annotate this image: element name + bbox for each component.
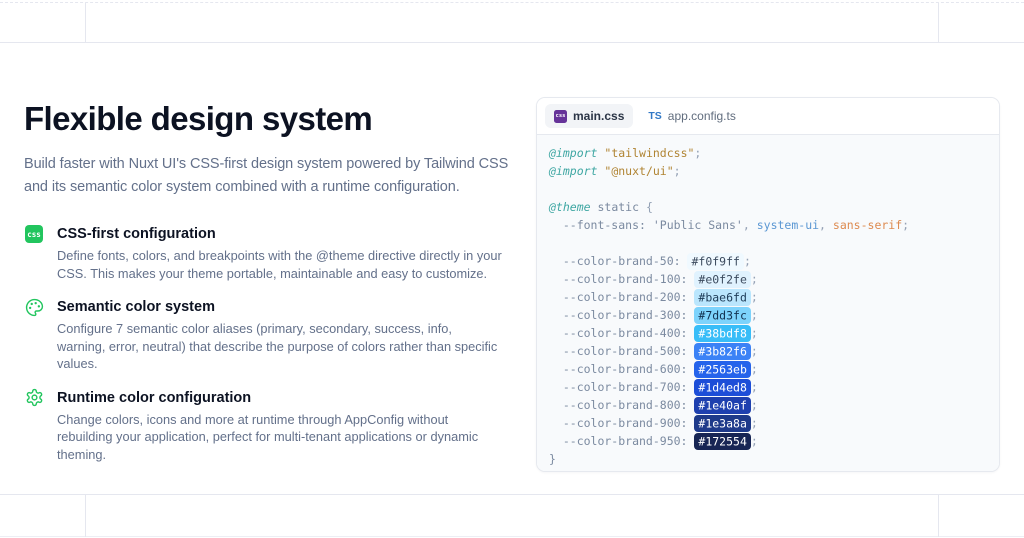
code-line: @import "tailwindcss"; [549,146,702,160]
tab-label: main.css [573,109,625,123]
color-chip: #172554 [694,432,751,450]
code-line: @import "@nuxt/ui"; [549,164,681,178]
grid-vline-bottom-right [938,495,939,537]
code-line: --color-brand-100: #e0f2fe; [549,270,758,288]
grid-line-bottom-edge [0,536,1024,537]
grid-dashed-line-top [0,2,1024,3]
color-chip: #bae6fd [694,288,751,306]
feature-description: Change colors, icons and more at runtime… [57,411,479,462]
color-chip: #7dd3fc [694,306,751,324]
color-chip: #e0f2fe [694,270,751,288]
feature-title: Semantic color system [57,299,215,315]
color-chip: #3b82f6 [694,342,751,360]
color-chip: #1e40af [694,396,751,414]
code-line: --color-brand-500: #3b82f6; [549,342,758,360]
code-line: --color-brand-950: #172554; [549,432,758,450]
color-chip: #2563eb [694,360,751,378]
code-line: --color-brand-400: #38bdf8; [549,324,758,342]
feature-title: Runtime color configuration [57,389,252,406]
color-chip: #38bdf8 [694,324,751,342]
page-title: Flexible design system [24,100,373,137]
code-line: --color-brand-900: #1e3a8a; [549,414,758,432]
grid-line-bottom [0,494,1024,495]
code-line: @theme static { [549,200,653,214]
grid-vline-top-left [85,3,86,42]
gear-icon [24,388,44,408]
code-line: --color-brand-700: #1d4ed8; [549,378,758,396]
grid-vline-top-right [938,3,939,42]
code-panel: css main.css TS app.config.ts @import "t… [536,97,1000,472]
code-line: --color-brand-300: #7dd3fc; [549,306,758,324]
code-line: --color-brand-600: #2563eb; [549,360,758,378]
feature-description: Define fonts, colors, and breakpoints wi… [57,248,502,281]
feature-list: css CSS-first configuration Define fonts… [24,225,518,463]
color-chip: #f0f9ff [687,252,744,270]
feature-description: Configure 7 semantic color aliases (prim… [57,321,498,371]
tab-label: app.config.ts [667,109,736,123]
hero-section: Flexible design system Build faster with… [24,98,518,463]
code-line: --color-brand-200: #bae6fd; [549,288,758,306]
code-line: } [549,452,556,466]
tab-main-css[interactable]: css main.css [545,104,634,128]
feature-title: CSS-first configuration [57,226,216,242]
code-line: --color-brand-50: #f0f9ff; [549,252,751,270]
feature-css-first: css CSS-first configuration Define fonts… [24,225,502,282]
feature-semantic-colors: Semantic color system Configure 7 semant… [24,298,502,373]
code-lines: @import "tailwindcss"; @import "@nuxt/ui"… [537,135,999,471]
grid-vline-bottom-left [85,495,86,537]
code-panel-tabbar: css main.css TS app.config.ts [537,98,999,135]
color-chip: #1e3a8a [694,414,751,432]
palette-icon [24,297,44,317]
tab-app-config-ts[interactable]: TS app.config.ts [639,104,744,128]
code-line: --color-brand-800: #1e40af; [549,396,758,414]
typescript-icon: TS [648,110,662,122]
css-file-icon: css [554,109,567,123]
css-file-icon: css [24,224,44,244]
code-line: --font-sans: 'Public Sans', system-ui, s… [549,218,910,232]
feature-runtime-config: Runtime color configuration Change color… [24,388,502,464]
grid-line-top [0,42,1024,43]
page-subtitle: Build faster with Nuxt UI's CSS-first de… [24,156,509,195]
color-chip: #1d4ed8 [694,378,751,396]
